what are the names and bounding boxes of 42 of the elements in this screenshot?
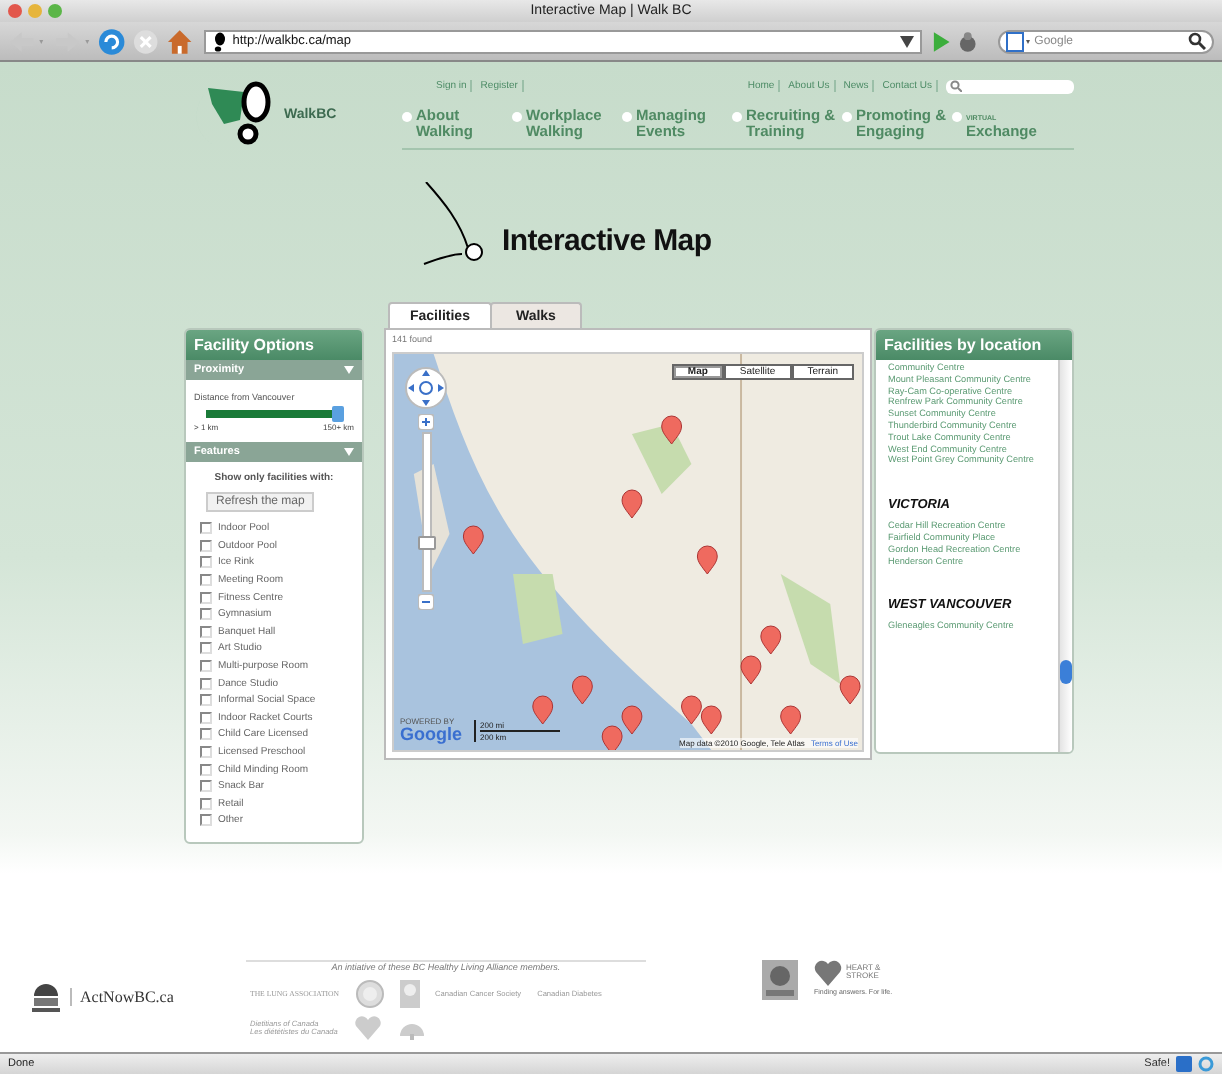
zoom-in-icon[interactable] — [418, 414, 434, 430]
heart-icon — [814, 959, 842, 986]
site-search-field[interactable] — [946, 79, 1074, 93]
distance-slider[interactable] — [206, 410, 342, 418]
map-marker-icon[interactable] — [780, 705, 802, 735]
map-marker-icon[interactable] — [696, 545, 718, 575]
map-marker-icon[interactable] — [681, 695, 702, 725]
dropdown-icon[interactable] — [899, 35, 914, 47]
search-icon[interactable] — [1188, 32, 1207, 50]
scrollbar[interactable] — [1058, 360, 1072, 752]
map-marker-icon[interactable] — [661, 415, 683, 445]
badge-icon — [762, 959, 798, 1000]
home-icon[interactable] — [165, 27, 193, 55]
footprint-icon — [212, 31, 227, 51]
reload-icon[interactable] — [98, 27, 126, 55]
search-icon — [950, 80, 962, 92]
map-marker-icon[interactable] — [760, 625, 782, 655]
heart-icon — [353, 1015, 382, 1040]
google-search-icon[interactable] — [1006, 31, 1031, 51]
panel-title: Facility Options — [186, 330, 362, 360]
map-marker-icon[interactable] — [740, 655, 762, 685]
close-window-button[interactable] — [8, 4, 22, 18]
seal-icon — [355, 979, 384, 1008]
panel-title: Facilities by location — [876, 330, 1072, 360]
actnow-logo: ActNowBC.ca — [70, 988, 174, 1007]
map-marker-icon[interactable] — [839, 675, 861, 705]
map-marker-icon[interactable] — [621, 705, 643, 735]
map-marker-icon[interactable] — [601, 725, 623, 750]
zoom-window-button[interactable] — [48, 4, 62, 18]
map-marker-icon[interactable] — [621, 489, 643, 519]
map-marker-icon[interactable] — [700, 705, 722, 735]
sync-icon — [1198, 1056, 1214, 1072]
page-title: Interactive Map — [502, 224, 712, 258]
google-logo: Google — [400, 726, 462, 744]
bc-crest-icon — [30, 979, 62, 1016]
zoom-out-icon[interactable] — [418, 594, 434, 610]
pan-control-icon[interactable] — [404, 366, 448, 410]
map-marker-icon[interactable] — [462, 525, 484, 555]
map-marker-icon[interactable] — [571, 675, 593, 705]
s-icon — [1176, 1056, 1192, 1072]
map-marker-icon[interactable] — [532, 695, 554, 725]
emblem-icon — [399, 979, 420, 1008]
